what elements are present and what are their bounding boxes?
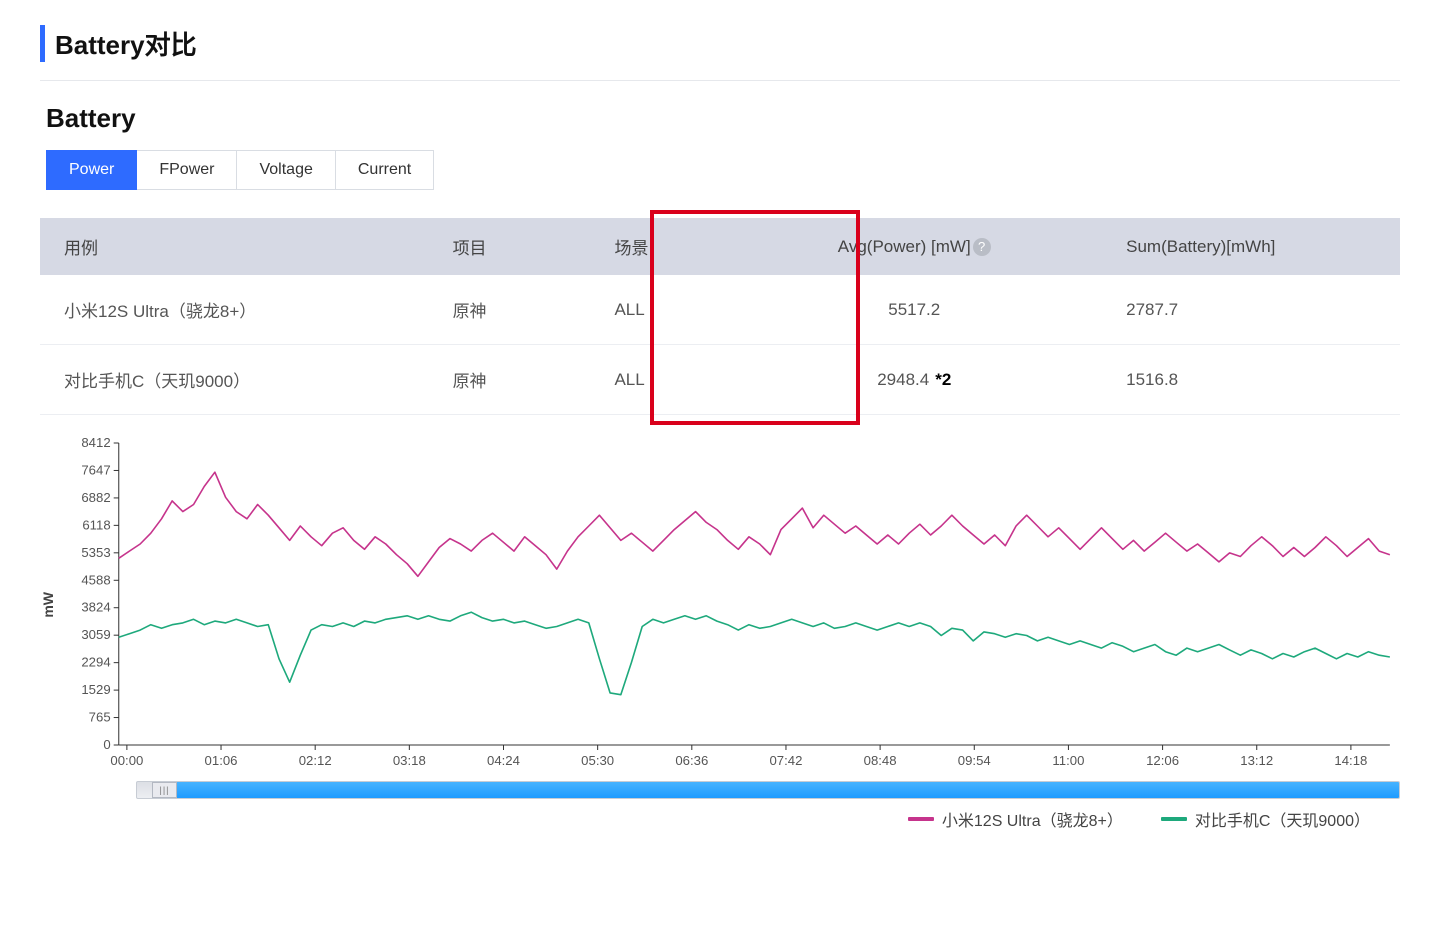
col-avgpower: Avg(Power) [mW]? (752, 218, 1076, 275)
tab-voltage[interactable]: Voltage (237, 150, 335, 190)
svg-text:14:18: 14:18 (1334, 753, 1367, 768)
legend-swatch (1161, 817, 1187, 821)
svg-text:03:18: 03:18 (393, 753, 426, 768)
cell-scene: ALL (590, 275, 752, 345)
cell-avgpower: 2948.4*2 (752, 345, 1076, 415)
legend-label: 对比手机C（天玑9000） (1195, 807, 1370, 831)
svg-text:08:48: 08:48 (864, 753, 897, 768)
col-project: 项目 (429, 218, 591, 275)
chart-scrollbar[interactable]: ||| (136, 781, 1400, 799)
svg-text:4588: 4588 (81, 572, 110, 587)
legend-swatch (908, 817, 934, 821)
col-usecase: 用例 (40, 218, 429, 275)
tab-fpower[interactable]: FPower (137, 150, 237, 190)
svg-text:11:00: 11:00 (1052, 753, 1084, 768)
data-table-wrap: 用例 项目 场景 Avg(Power) [mW]? Sum(Battery)[m… (40, 218, 1400, 415)
svg-text:06:36: 06:36 (675, 753, 708, 768)
svg-text:07:42: 07:42 (769, 753, 802, 768)
svg-text:05:30: 05:30 (581, 753, 614, 768)
cell-project: 原神 (429, 345, 591, 415)
svg-text:2294: 2294 (81, 655, 110, 670)
cell-sumbatt: 1516.8 (1076, 345, 1400, 415)
tab-power[interactable]: Power (46, 150, 137, 190)
svg-text:6882: 6882 (81, 490, 110, 505)
cell-usecase: 对比手机C（天玑9000） (40, 345, 429, 415)
svg-text:13:12: 13:12 (1240, 753, 1273, 768)
data-table: 用例 项目 场景 Avg(Power) [mW]? Sum(Battery)[m… (40, 218, 1400, 415)
section-title: Battery (46, 103, 1400, 134)
help-icon[interactable]: ? (973, 238, 991, 256)
svg-text:01:06: 01:06 (205, 753, 238, 768)
cell-scene: ALL (590, 345, 752, 415)
svg-text:7647: 7647 (81, 463, 110, 478)
svg-text:3059: 3059 (81, 627, 110, 642)
annotation-star: *2 (935, 370, 951, 389)
cell-usecase: 小米12S Ultra（骁龙8+） (40, 275, 429, 345)
svg-text:04:24: 04:24 (487, 753, 520, 768)
svg-text:00:00: 00:00 (110, 753, 143, 768)
svg-text:12:06: 12:06 (1146, 753, 1179, 768)
legend-item-b[interactable]: 对比手机C（天玑9000） (1161, 807, 1370, 831)
tab-row: Power FPower Voltage Current (46, 150, 1400, 190)
divider (40, 80, 1400, 81)
cell-sumbatt: 2787.7 (1076, 275, 1400, 345)
cell-project: 原神 (429, 275, 591, 345)
chart-scrollbar-fill (177, 782, 1399, 798)
page-title: Battery对比 (55, 25, 1400, 62)
col-sumbatt: Sum(Battery)[mWh] (1076, 218, 1400, 275)
cell-avgpower: 5517.2 (752, 275, 1076, 345)
page-header: Battery对比 (40, 25, 1400, 62)
line-chart-svg[interactable]: 0 765 1529 2294 3059 3824 4588 5353 6118 6882 7647… (62, 435, 1400, 775)
svg-text:5353: 5353 (81, 545, 110, 560)
legend-item-a[interactable]: 小米12S Ultra（骁龙8+） (908, 807, 1123, 831)
table-row: 小米12S Ultra（骁龙8+） 原神 ALL 5517.2 2787.7 (40, 275, 1400, 345)
tab-current[interactable]: Current (336, 150, 434, 190)
chart-legend: 小米12S Ultra（骁龙8+） 对比手机C（天玑9000） (40, 807, 1400, 831)
col-scene: 场景 (590, 218, 752, 275)
svg-text:6118: 6118 (82, 517, 110, 532)
svg-text:02:12: 02:12 (299, 753, 332, 768)
power-chart: mW 0 765 1529 2294 3059 3824 4588 5353 6118 6882 7… (40, 435, 1400, 831)
table-row: 对比手机C（天玑9000） 原神 ALL 2948.4*2 1516.8 (40, 345, 1400, 415)
legend-label: 小米12S Ultra（骁龙8+） (942, 807, 1123, 831)
table-header-row: 用例 项目 场景 Avg(Power) [mW]? Sum(Battery)[m… (40, 218, 1400, 275)
svg-text:1529: 1529 (81, 682, 110, 697)
chart-ylabel: mW (40, 592, 56, 618)
svg-text:09:54: 09:54 (958, 753, 991, 768)
svg-text:8412: 8412 (81, 435, 110, 450)
chart-scrollbar-thumb[interactable]: ||| (152, 782, 177, 798)
svg-text:765: 765 (89, 710, 111, 725)
svg-text:3824: 3824 (81, 600, 110, 615)
svg-text:0: 0 (103, 737, 110, 752)
